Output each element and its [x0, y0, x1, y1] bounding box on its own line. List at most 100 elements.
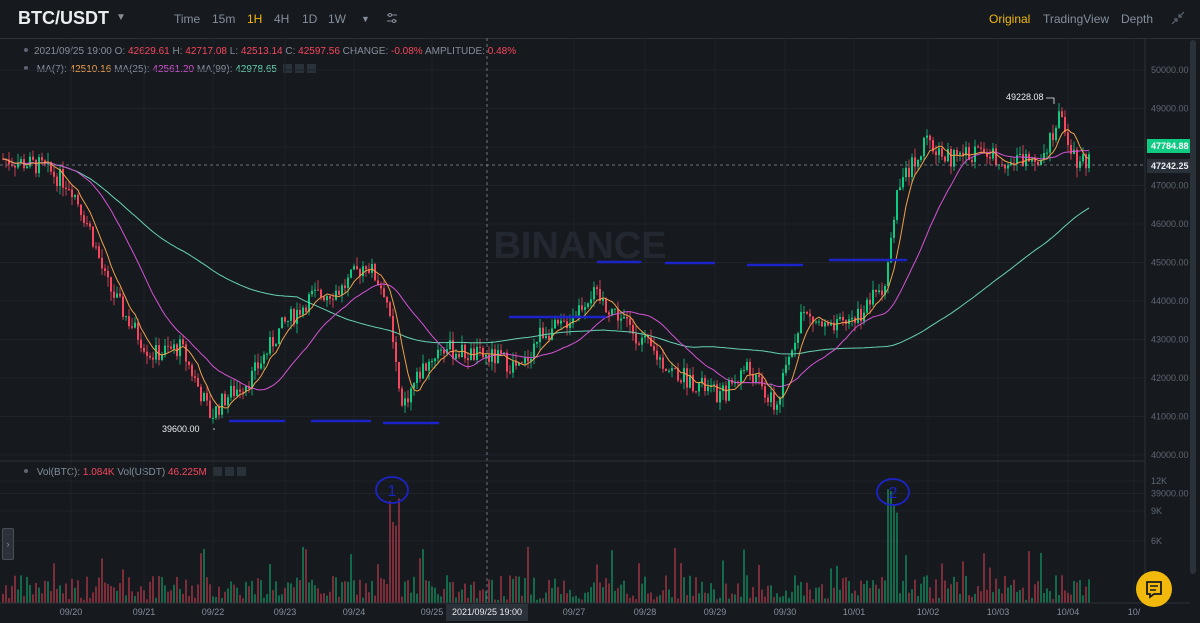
volume-bar [947, 588, 949, 603]
candle-body [620, 318, 622, 321]
candle-body [338, 290, 340, 295]
tf-4h[interactable]: 4H [274, 12, 289, 26]
candle-body [152, 357, 154, 360]
candle-body [14, 165, 16, 168]
collapse-icon[interactable] [1170, 10, 1186, 26]
candle-body [842, 316, 844, 321]
candle-body [782, 372, 784, 398]
candle-body [749, 361, 751, 375]
volume-bar [386, 583, 388, 603]
volume-bar [479, 590, 481, 603]
volume-bar [818, 587, 820, 603]
volume-bar [734, 594, 736, 603]
candle-body [380, 285, 382, 289]
volume-bar [8, 598, 10, 603]
volume-bar [98, 577, 100, 603]
volume-bar [905, 555, 907, 603]
volume-bar [860, 580, 862, 603]
candle-body [761, 376, 763, 387]
volume-bar [305, 549, 307, 603]
candle-body [416, 371, 418, 384]
settings-sliders-icon[interactable] [386, 12, 398, 27]
volume-bar [527, 547, 529, 603]
candle-body [674, 368, 676, 370]
candle-body [341, 285, 343, 295]
date-tick-label: 10/03 [987, 607, 1010, 617]
candle-body [941, 148, 943, 157]
volume-bar [869, 588, 871, 603]
candle-body [1067, 132, 1069, 145]
tf-1d[interactable]: 1D [302, 12, 317, 26]
candle-body [224, 393, 226, 406]
tab-depth[interactable]: Depth [1121, 12, 1153, 26]
candle-body [926, 135, 928, 138]
candle-body [371, 264, 373, 273]
candle-body [404, 398, 406, 406]
volume-bar [488, 579, 490, 603]
volume-bar [593, 582, 595, 603]
candle-body [890, 237, 892, 263]
volume-bar [827, 598, 829, 603]
volume-bar [404, 581, 406, 603]
tf-15m[interactable]: 15m [212, 12, 235, 26]
volume-bar [572, 596, 574, 603]
candle-body [797, 333, 799, 343]
candle-body [86, 223, 88, 225]
volume-bar [59, 585, 61, 603]
candle-body [104, 268, 106, 271]
candle-body [971, 159, 973, 162]
volume-bar [80, 597, 82, 603]
candle-body [1016, 155, 1018, 164]
tab-original[interactable]: Original [989, 12, 1030, 26]
pair-dropdown-icon[interactable]: ▼ [116, 12, 126, 23]
candle-body [449, 340, 451, 350]
tf-time[interactable]: Time [174, 12, 200, 26]
candle-body [233, 385, 235, 396]
volume-bar [437, 594, 439, 603]
date-tick-label: 10/ [1128, 607, 1141, 617]
volume-bar [1019, 589, 1021, 603]
volume-bar [173, 584, 175, 603]
volume-bar [719, 597, 721, 603]
tab-tradingview[interactable]: TradingView [1043, 12, 1109, 26]
volume-bar [491, 579, 493, 603]
volume-bar [839, 589, 841, 603]
candlestick-chart[interactable]: BINANCE 12 50000.0049000.0048000.0047000… [0, 38, 1190, 623]
scrollbar[interactable] [1190, 40, 1196, 574]
candle-body [350, 269, 352, 278]
candle-body [635, 333, 637, 344]
candle-body [872, 289, 874, 305]
volume-bar [182, 593, 184, 603]
candle-body [857, 308, 859, 323]
chat-icon [1146, 581, 1162, 599]
volume-bar [626, 593, 628, 603]
volume-bar [122, 569, 124, 603]
volume-bar [950, 584, 952, 603]
more-timeframes-icon[interactable]: ▼ [361, 14, 370, 24]
volume-bar [698, 593, 700, 603]
expand-panel-button[interactable]: › [2, 528, 14, 560]
volume-bar [1082, 595, 1084, 603]
volume-bar [854, 590, 856, 603]
current-price-tag: 47784.88 [1147, 139, 1193, 153]
volume-bar [32, 594, 34, 603]
high-marker: 49228.08 [1006, 92, 1044, 102]
volume-bar [101, 558, 103, 603]
candle-body [626, 316, 628, 319]
candle-body [695, 391, 697, 393]
pair-title[interactable]: BTC/USDT [18, 8, 109, 29]
candle-body [389, 302, 391, 317]
volume-bar [503, 596, 505, 603]
volume-bar [875, 584, 877, 603]
candle-body [131, 326, 133, 328]
volume-bar [269, 563, 271, 603]
candle-body [536, 342, 538, 344]
candle-body [488, 354, 490, 362]
chat-button[interactable] [1136, 571, 1172, 607]
volume-bar [992, 592, 994, 603]
tf-1w[interactable]: 1W [328, 12, 346, 26]
volume-bar [290, 583, 292, 603]
tf-1h[interactable]: 1H [247, 12, 262, 26]
volume-bar [476, 598, 478, 603]
top-toolbar: BTC/USDT ▼ Time 15m 1H 4H 1D 1W ▼ Origin… [0, 0, 1200, 39]
